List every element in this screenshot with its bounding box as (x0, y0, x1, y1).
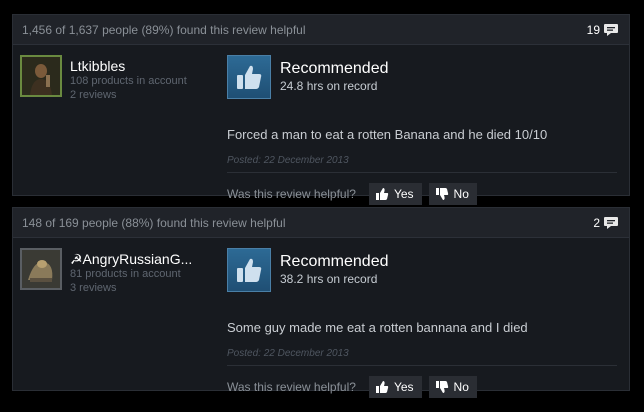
user-info: Ltkibbles 108 products in account 2 revi… (70, 59, 220, 102)
verdict-text: Recommended 24.8 hrs on record (280, 55, 389, 99)
verdict-text: Recommended 38.2 hrs on record (280, 248, 389, 292)
vote-no-label: No (453, 187, 469, 201)
review-card-body: Ltkibbles 108 products in account 2 revi… (13, 45, 629, 205)
thumbs-down-small-icon (435, 381, 448, 393)
recommended-badge (227, 248, 271, 292)
vote-no-label: No (453, 380, 469, 394)
review-card-header: 1,456 of 1,637 people (89%) found this r… (13, 15, 629, 45)
review-text: Forced a man to eat a rotten Banana and … (227, 127, 548, 142)
comment-count-link[interactable]: 2 (593, 216, 619, 230)
hours-on-record: 38.2 hrs on record (280, 272, 378, 286)
vote-yes-button[interactable]: Yes (368, 376, 422, 398)
review-card-header: 148 of 169 people (88%) found this revie… (13, 208, 629, 238)
posted-date: Posted: 22 December 2013 (227, 155, 349, 166)
verdict: Recommended 24.8 hrs on record (227, 55, 389, 99)
reviews-count[interactable]: 3 reviews (70, 281, 220, 295)
avatar-image (22, 250, 60, 288)
posted-date: Posted: 22 December 2013 (227, 348, 349, 359)
thumbs-up-small-icon (375, 188, 389, 200)
helpful-controls: Was this review helpful? Yes No (227, 376, 484, 398)
thumbs-up-icon (237, 258, 262, 282)
review-card: 148 of 169 people (88%) found this revie… (12, 207, 630, 398)
verdict-title[interactable]: Recommended (280, 253, 389, 271)
review-text: Some guy made me eat a rotten bannana an… (227, 320, 528, 335)
user-info: ☭AngryRussianG... 81 products in account… (70, 252, 220, 295)
vote-yes-label: Yes (393, 187, 414, 201)
username-link[interactable]: Ltkibbles (70, 59, 220, 74)
verdict: Recommended 38.2 hrs on record (227, 248, 389, 292)
vote-no-button[interactable]: No (428, 376, 477, 398)
thumbs-up-icon (237, 65, 262, 89)
verdict-title[interactable]: Recommended (280, 60, 389, 78)
helpful-summary: 148 of 169 people (88%) found this revie… (22, 215, 286, 230)
helpful-summary: 1,456 of 1,637 people (89%) found this r… (22, 22, 306, 37)
helpful-controls: Was this review helpful? Yes No (227, 183, 484, 205)
reviews-count[interactable]: 2 reviews (70, 88, 220, 102)
products-count: 81 products in account (70, 268, 181, 280)
helpful-question: Was this review helpful? (227, 187, 356, 201)
divider (227, 365, 617, 366)
username-link[interactable]: ☭AngryRussianG... (70, 252, 220, 267)
vote-no-button[interactable]: No (428, 183, 477, 205)
thumbs-down-small-icon (435, 188, 448, 200)
comment-count: 19 (586, 22, 600, 37)
review-card: 1,456 of 1,637 people (89%) found this r… (12, 14, 630, 205)
vote-yes-label: Yes (393, 380, 414, 394)
hours-on-record: 24.8 hrs on record (280, 79, 378, 93)
helpful-question: Was this review helpful? (227, 380, 356, 394)
comment-count: 2 (593, 215, 600, 230)
speech-bubble-icon (604, 216, 618, 229)
comment-count-link[interactable]: 19 (587, 23, 619, 37)
avatar[interactable] (20, 55, 62, 97)
products-count: 108 products in account (70, 75, 187, 87)
review-card-body: ☭AngryRussianG... 81 products in account… (13, 238, 629, 398)
recommended-badge (227, 55, 271, 99)
speech-bubble-icon (604, 23, 618, 36)
vote-yes-button[interactable]: Yes (368, 183, 422, 205)
avatar-image (22, 57, 60, 95)
thumbs-up-small-icon (375, 381, 389, 393)
avatar[interactable] (20, 248, 62, 290)
divider (227, 172, 617, 173)
